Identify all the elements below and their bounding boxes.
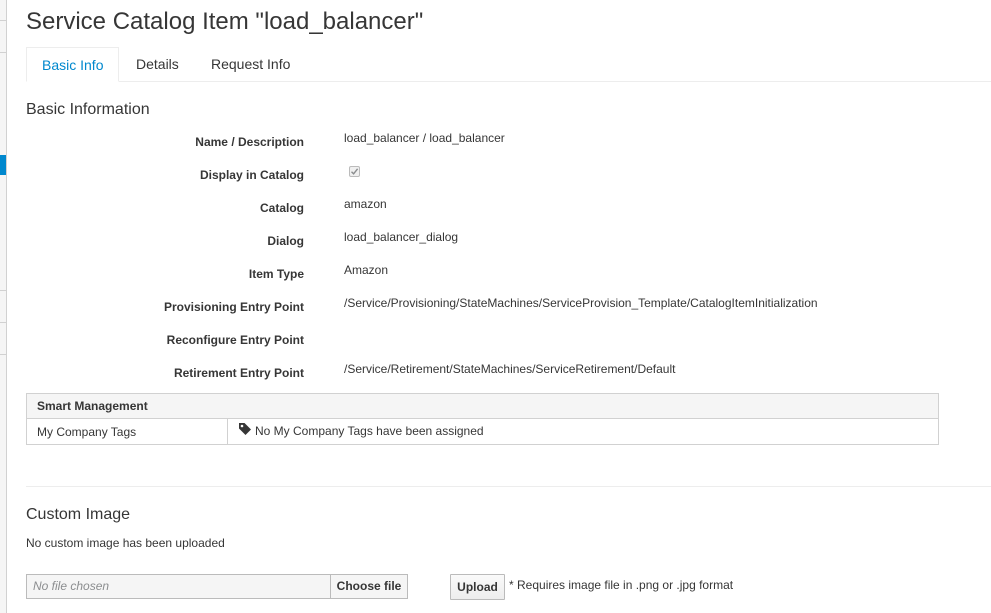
- my-company-tags-cell: No My Company Tags have been assigned: [227, 418, 939, 445]
- nav-divider: [0, 354, 6, 355]
- tab-request-info[interactable]: Request Info: [196, 47, 305, 81]
- basic-information-heading: Basic Information: [26, 101, 150, 118]
- provisioning-entry-point-value: /Service/Provisioning/StateMachines/Serv…: [344, 296, 818, 310]
- name-description-label: Name / Description: [195, 135, 304, 149]
- provisioning-entry-point-label: Provisioning Entry Point: [163, 300, 304, 314]
- nav-divider: [0, 322, 6, 323]
- smart-management-header: Smart Management: [26, 393, 939, 419]
- section-divider: [26, 486, 991, 487]
- check-icon: [351, 168, 359, 175]
- choose-file-button[interactable]: Choose file: [331, 574, 408, 599]
- catalog-value: amazon: [344, 197, 387, 211]
- tag-icon: [238, 422, 252, 439]
- display-in-catalog-checkbox: [349, 166, 360, 177]
- smart-management-table: Smart Management My Company Tags No My C…: [26, 393, 939, 445]
- dialog-value: load_balancer_dialog: [344, 230, 459, 244]
- custom-image-heading: Custom Image: [26, 506, 131, 523]
- tab-basic-info[interactable]: Basic Info: [26, 47, 120, 82]
- upload-button[interactable]: Upload: [450, 574, 505, 600]
- my-company-tags-label: My Company Tags: [26, 418, 228, 445]
- display-in-catalog-label: Display in Catalog: [199, 168, 304, 182]
- nav-active-indicator[interactable]: [0, 155, 6, 175]
- retirement-entry-point-label: Retirement Entry Point: [173, 366, 304, 380]
- item-type-value: Amazon: [344, 263, 389, 277]
- custom-image-status: No custom image has been uploaded: [26, 536, 225, 550]
- my-company-tags-value: No My Company Tags have been assigned: [255, 423, 484, 438]
- name-description-value: load_balancer / load_balancer: [344, 131, 505, 145]
- tab-bar: Basic Info Details Request Info: [26, 47, 991, 82]
- nav-divider: [0, 290, 6, 291]
- item-type-label: Item Type: [248, 267, 304, 281]
- page-title: Service Catalog Item "load_balancer": [26, 8, 424, 35]
- table-row: My Company Tags No My Company Tags have …: [26, 418, 939, 445]
- upload-requirement-note: * Requires image file in .png or .jpg fo…: [509, 578, 734, 592]
- file-input[interactable]: No file chosen: [26, 574, 331, 599]
- left-nav-edge: [0, 0, 7, 613]
- retirement-entry-point-value: /Service/Retirement/StateMachines/Servic…: [344, 362, 676, 376]
- dialog-label: Dialog: [267, 234, 304, 248]
- nav-divider: [0, 52, 6, 53]
- tab-details[interactable]: Details: [121, 47, 194, 81]
- catalog-label: Catalog: [259, 201, 304, 215]
- reconfigure-entry-point-label: Reconfigure Entry Point: [166, 333, 304, 347]
- nav-divider: [0, 20, 6, 21]
